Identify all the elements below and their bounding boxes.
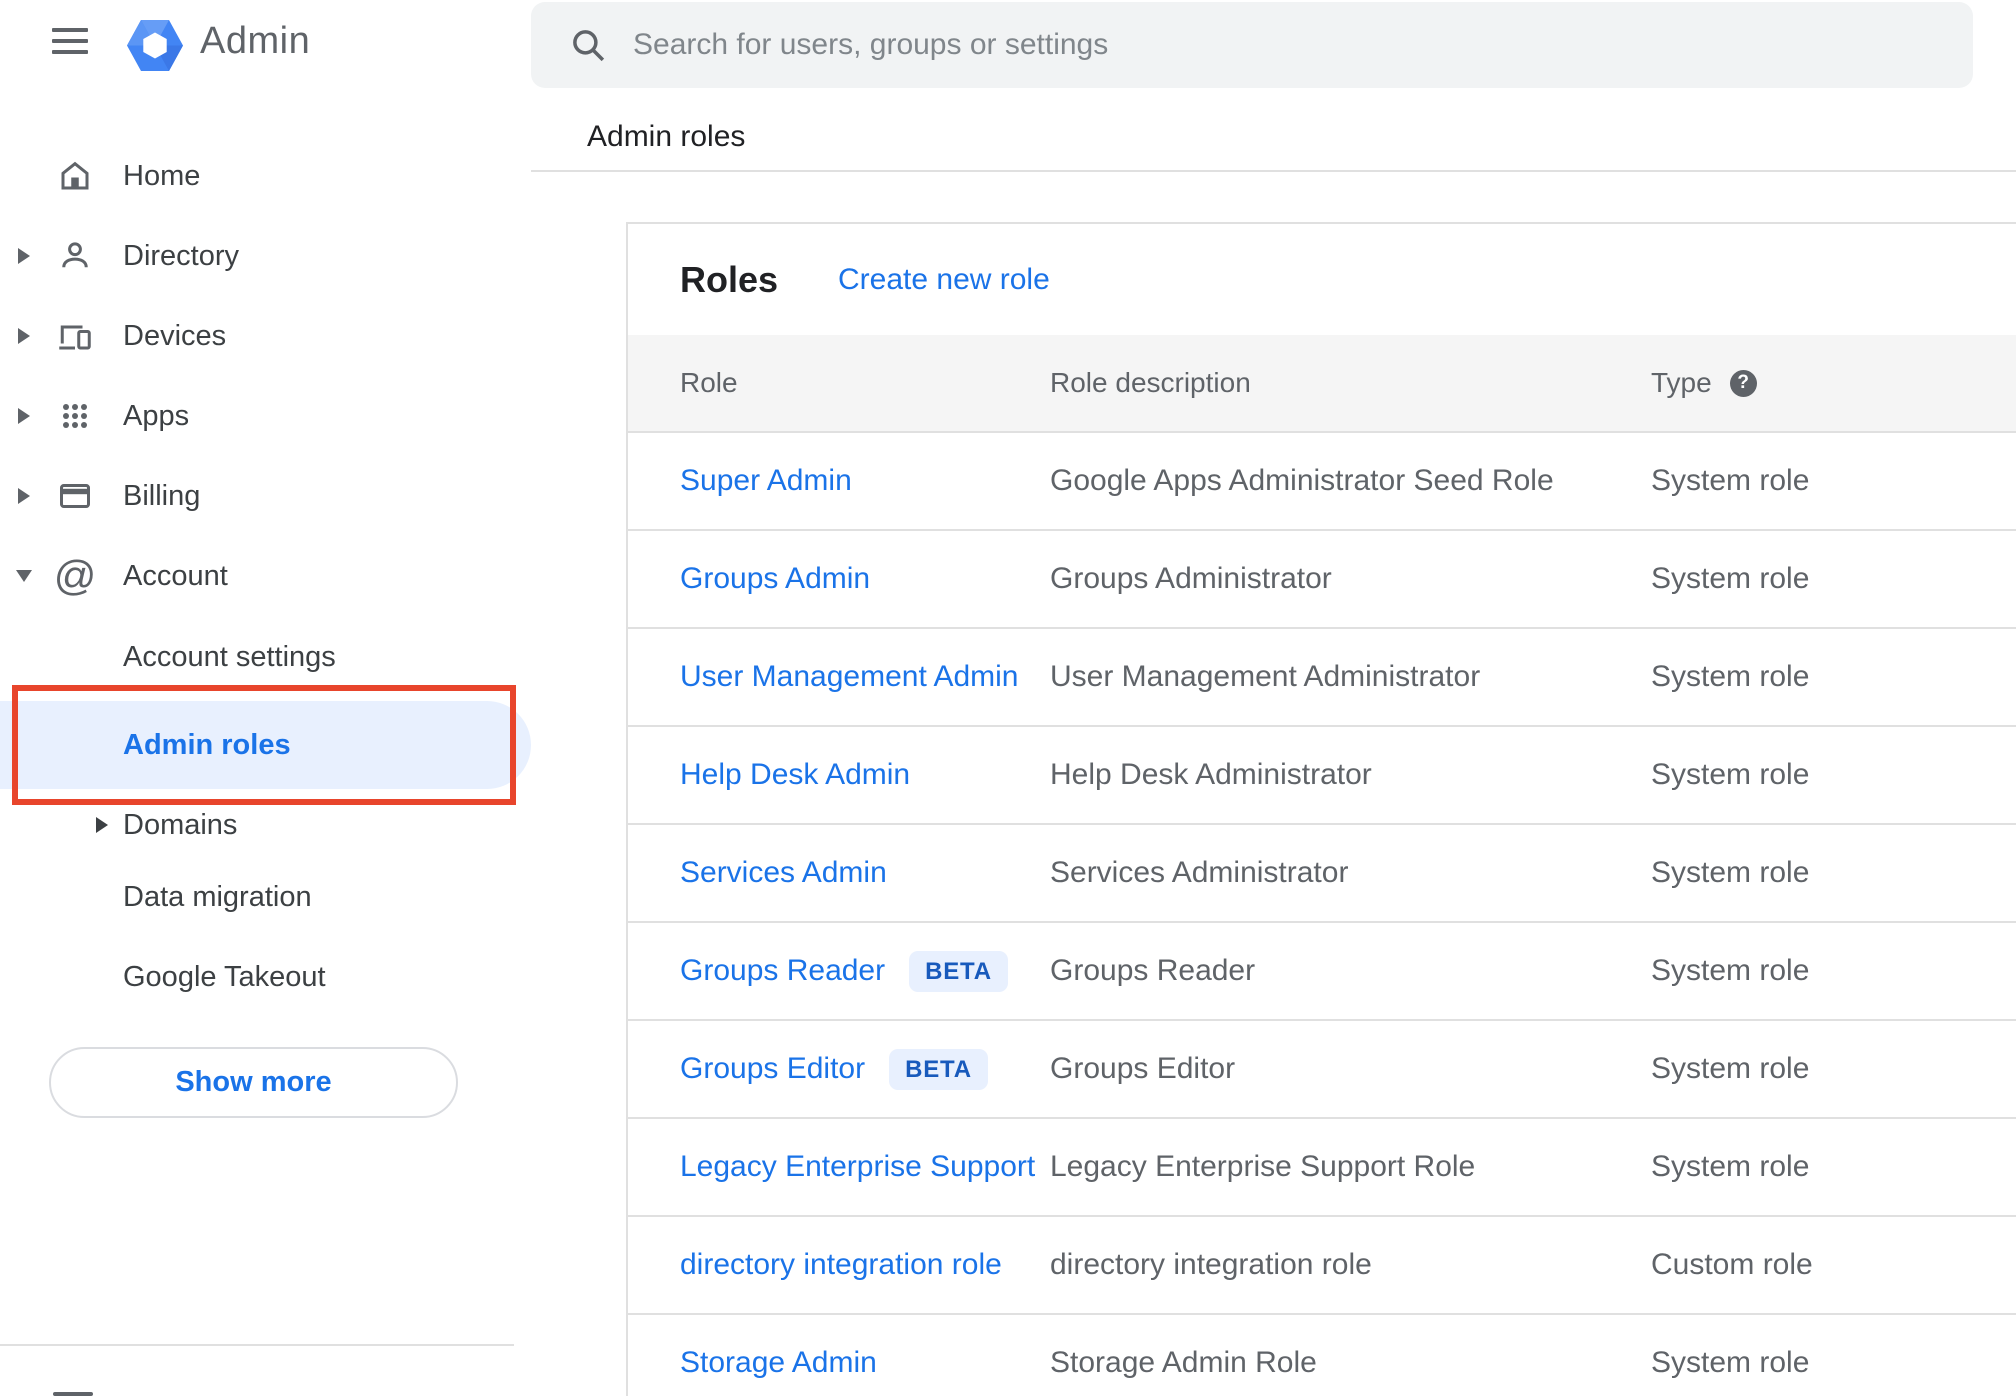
- table-row: Legacy Enterprise Support Legacy Enterpr…: [628, 1119, 2016, 1217]
- sidebar-item-google-takeout[interactable]: Google Takeout: [0, 937, 531, 1017]
- credit-card-icon: [57, 478, 93, 514]
- role-description: Legacy Enterprise Support Role: [1050, 1150, 1476, 1183]
- global-search-bar: [531, 2, 1973, 88]
- role-link[interactable]: directory integration role: [680, 1248, 1002, 1282]
- roles-card-titlebar: Roles Create new role: [628, 224, 2016, 335]
- role-type: System role: [1651, 954, 1810, 987]
- role-type: Custom role: [1651, 1248, 1813, 1281]
- table-row: User Management Admin User Management Ad…: [628, 629, 2016, 727]
- search-input[interactable]: [633, 2, 1933, 88]
- show-more-button[interactable]: Show more: [49, 1047, 458, 1118]
- role-link[interactable]: Help Desk Admin: [680, 758, 910, 792]
- role-description: Help Desk Administrator: [1050, 758, 1372, 791]
- create-new-role-link[interactable]: Create new role: [838, 263, 1050, 297]
- column-header-role: Role: [680, 367, 738, 398]
- sidebar-item-account[interactable]: @ Account: [0, 536, 531, 616]
- expand-caret-icon: [18, 488, 30, 504]
- home-icon: [57, 158, 93, 194]
- role-link[interactable]: Groups Admin: [680, 562, 870, 596]
- partial-clipped-icon: [53, 1392, 93, 1396]
- sidebar: Admin Home Directory Devices Apps Billin…: [0, 0, 531, 1396]
- role-description: Groups Editor: [1050, 1052, 1236, 1085]
- role-link[interactable]: Legacy Enterprise Support: [680, 1150, 1035, 1184]
- expand-caret-icon: [96, 817, 108, 833]
- table-header-row: Role Role description Type ?: [628, 335, 2016, 433]
- table-row: directory integration role directory int…: [628, 1217, 2016, 1315]
- table-row: Storage Admin Storage Admin Role System …: [628, 1315, 2016, 1396]
- beta-badge: BETA: [909, 950, 1008, 992]
- role-description: Groups Reader: [1050, 954, 1256, 987]
- sidebar-item-devices[interactable]: Devices: [0, 296, 531, 376]
- role-type: System role: [1651, 464, 1810, 497]
- role-description: User Management Administrator: [1050, 660, 1481, 693]
- role-description: directory integration role: [1050, 1248, 1372, 1281]
- sidebar-item-home[interactable]: Home: [0, 136, 531, 216]
- role-description: Google Apps Administrator Seed Role: [1050, 464, 1554, 497]
- sidebar-item-data-migration[interactable]: Data migration: [0, 857, 531, 937]
- collapse-caret-icon: [16, 570, 32, 582]
- role-type: System role: [1651, 562, 1810, 595]
- role-link[interactable]: Super Admin: [680, 464, 852, 498]
- table-row: Groups Admin Groups Administrator System…: [628, 531, 2016, 629]
- role-link[interactable]: Storage Admin: [680, 1346, 877, 1380]
- apps-grid-icon: [57, 398, 93, 434]
- table-row: Help Desk Admin Help Desk Administrator …: [628, 727, 2016, 825]
- sidebar-item-directory[interactable]: Directory: [0, 216, 531, 296]
- expand-caret-icon: [18, 248, 30, 264]
- role-link[interactable]: Groups Editor: [680, 1052, 865, 1086]
- sidebar-divider: [0, 1344, 514, 1346]
- header-divider: [531, 170, 2016, 172]
- sidebar-item-billing[interactable]: Billing: [0, 456, 531, 536]
- role-link[interactable]: Services Admin: [680, 856, 887, 890]
- at-sign-icon: @: [53, 552, 97, 599]
- table-row: Groups Reader BETA Groups Reader System …: [628, 923, 2016, 1021]
- role-type: System role: [1651, 856, 1810, 889]
- card-title: Roles: [680, 258, 779, 300]
- expand-caret-icon: [18, 408, 30, 424]
- role-description: Storage Admin Role: [1050, 1346, 1317, 1379]
- search-icon: [573, 30, 605, 62]
- person-icon: [57, 238, 93, 274]
- column-header-type: Type ?: [1651, 367, 2016, 399]
- sidebar-item-apps[interactable]: Apps: [0, 376, 531, 456]
- role-type: System role: [1651, 1150, 1810, 1183]
- breadcrumb: Admin roles: [587, 120, 746, 153]
- role-type: System role: [1651, 1052, 1810, 1085]
- expand-caret-icon: [18, 328, 30, 344]
- column-header-description: Role description: [1050, 367, 1251, 398]
- table-row: Services Admin Services Administrator Sy…: [628, 825, 2016, 923]
- table-row: Groups Editor BETA Groups Editor System …: [628, 1021, 2016, 1119]
- role-link[interactable]: User Management Admin: [680, 660, 1019, 694]
- devices-icon: [57, 318, 93, 354]
- table-row: Super Admin Google Apps Administrator Se…: [628, 433, 2016, 531]
- role-type: System role: [1651, 758, 1810, 791]
- role-type: System role: [1651, 1346, 1810, 1379]
- role-link[interactable]: Groups Reader: [680, 954, 885, 988]
- google-admin-console: Admin Home Directory Devices Apps Billin…: [0, 0, 2016, 1396]
- role-description: Groups Administrator: [1050, 562, 1332, 595]
- role-description: Services Administrator: [1050, 856, 1349, 889]
- role-type: System role: [1651, 660, 1810, 693]
- beta-badge: BETA: [889, 1048, 988, 1090]
- red-highlight-annotation: [12, 685, 516, 805]
- roles-card: Roles Create new role Role Role descript…: [626, 222, 2016, 1396]
- help-icon[interactable]: ?: [1729, 369, 1757, 397]
